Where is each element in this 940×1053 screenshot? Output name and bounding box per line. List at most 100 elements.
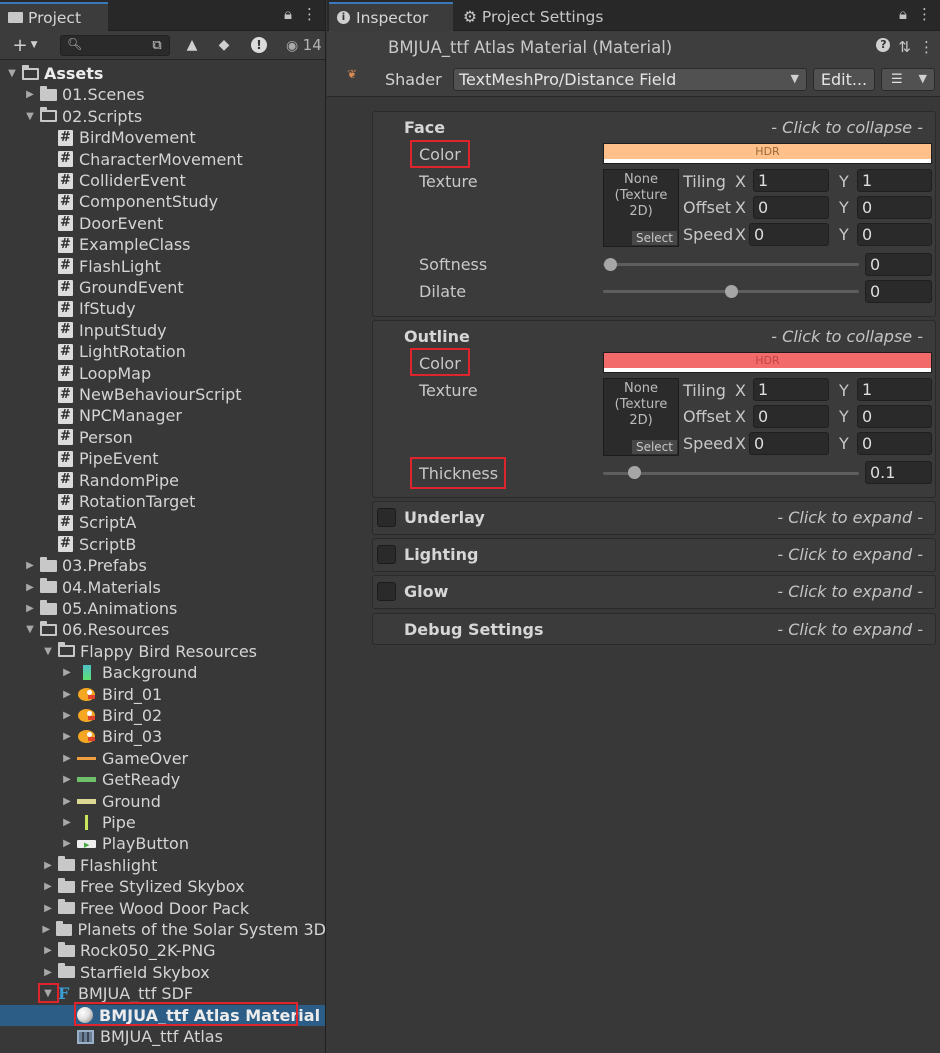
tree-item[interactable]: ▶ Starfield Skybox — [0, 962, 325, 983]
expand-arrow-right-icon[interactable]: ▶ — [61, 667, 73, 678]
tree-item[interactable]: # LightRotation — [0, 341, 325, 362]
face-speed-x-field[interactable]: 0 — [749, 223, 829, 246]
outline-collapse-hint[interactable]: - Click to collapse - — [771, 327, 923, 346]
expand-arrow-right-icon[interactable]: ▶ — [61, 796, 73, 807]
tree-item[interactable]: ▶ GetReady — [0, 769, 325, 790]
tree-item[interactable]: # LoopMap — [0, 363, 325, 384]
expand-arrow-right-icon[interactable]: ▶ — [24, 560, 36, 571]
tree-item[interactable]: ▶ 03.Prefabs — [0, 555, 325, 576]
tree-item[interactable]: # ColliderEvent — [0, 170, 325, 191]
tree-item[interactable]: # DoorEvent — [0, 213, 325, 234]
tree-item[interactable]: ▶ Free Stylized Skybox — [0, 876, 325, 897]
tree-item[interactable]: BMJUA_ttf Atlas — [0, 1026, 325, 1047]
tree-item[interactable]: # GroundEvent — [0, 277, 325, 298]
outline-thickness-field[interactable]: 0.1 — [865, 461, 932, 484]
tab-inspector[interactable]: i Inspector — [329, 2, 453, 31]
expand-arrow-right-icon[interactable]: ▶ — [42, 967, 54, 978]
tree-item[interactable]: # ComponentStudy — [0, 191, 325, 212]
lock-icon[interactable]: 🔒︎ — [899, 5, 907, 23]
face-color-swatch[interactable]: HDR — [603, 143, 932, 164]
tree-item[interactable]: # IfStudy — [0, 298, 325, 319]
lock-icon[interactable]: 🔒︎ — [284, 5, 292, 23]
glow-checkbox[interactable] — [377, 582, 396, 601]
expand-arrow-right-icon[interactable]: ▶ — [61, 710, 73, 721]
expand-arrow-right-icon[interactable]: ▶ — [41, 924, 53, 935]
tree-item[interactable]: # NPCManager — [0, 405, 325, 426]
underlay-section[interactable]: Underlay - Click to expand - — [372, 501, 936, 535]
tree-item[interactable]: ▶ Pipe — [0, 812, 325, 833]
tree-item[interactable]: ▶ 05.Animations — [0, 598, 325, 619]
outline-offset-y-field[interactable]: 0 — [857, 405, 932, 428]
expand-arrow-right-icon[interactable]: ▶ — [24, 89, 36, 100]
face-tiling-y-field[interactable]: 1 — [857, 169, 932, 192]
expand-arrow-right-icon[interactable]: ▶ — [24, 603, 36, 614]
tree-item[interactable]: # BirdMovement — [0, 127, 325, 148]
tree-item[interactable]: ▼ 02.Scripts — [0, 106, 325, 127]
expand-arrow-down-icon[interactable]: ▼ — [24, 624, 36, 635]
tree-item[interactable]: ▶ Rock050_2K-PNG — [0, 940, 325, 961]
filter-by-label-icon[interactable]: ◆ — [214, 34, 234, 56]
expand-arrow-right-icon[interactable]: ▶ — [61, 774, 73, 785]
kebab-menu-icon[interactable]: ⋮ — [917, 5, 932, 23]
tree-item[interactable]: ▶ Free Wood Door Pack — [0, 898, 325, 919]
tree-item[interactable]: # RotationTarget — [0, 491, 325, 512]
warning-icon[interactable]: ! — [248, 34, 270, 56]
face-dilate-field[interactable]: 0 — [865, 280, 932, 303]
tree-item[interactable]: # PipeEvent — [0, 448, 325, 469]
expand-arrow-right-icon[interactable]: ▶ — [42, 945, 54, 956]
visibility-toggle[interactable]: ◉ 14 — [286, 36, 322, 54]
lighting-checkbox[interactable] — [377, 545, 396, 564]
expand-arrow-right-icon[interactable]: ▶ — [61, 838, 73, 849]
tree-item[interactable]: ▶ Bird_01 — [0, 684, 325, 705]
expand-arrow-right-icon[interactable]: ▶ — [42, 860, 54, 871]
expand-arrow-right-icon[interactable]: ▶ — [61, 731, 73, 742]
expand-arrow-down-icon[interactable]: ▼ — [6, 68, 18, 79]
outline-thickness-slider[interactable] — [603, 472, 859, 475]
tab-project-settings[interactable]: ⚙ Project Settings — [455, 2, 615, 31]
outline-tiling-x-field[interactable]: 1 — [753, 378, 829, 401]
tree-item[interactable]: ▶ Bird_02 — [0, 705, 325, 726]
debug-settings-section[interactable]: Debug Settings - Click to expand - — [372, 613, 936, 645]
face-title[interactable]: Face — [404, 118, 445, 137]
tree-item[interactable]: ▼ Flappy Bird Resources — [0, 641, 325, 662]
expand-arrow-right-icon[interactable]: ▶ — [42, 903, 54, 914]
expand-arrow-right-icon[interactable]: ▶ — [61, 817, 73, 828]
expand-arrow-right-icon[interactable]: ▶ — [24, 582, 36, 593]
face-dilate-handle[interactable] — [725, 285, 738, 298]
outline-texture-field[interactable]: None (Texture 2D) Select — [603, 378, 679, 456]
shader-dropdown[interactable]: TextMeshPro/Distance Field ▼ — [453, 68, 807, 91]
tree-item[interactable]: ▶ ▶ PlayButton — [0, 833, 325, 854]
tree-item[interactable]: ▶ Ground — [0, 791, 325, 812]
outline-speed-x-field[interactable]: 0 — [749, 432, 829, 455]
expand-arrow-down-icon[interactable]: ▼ — [42, 646, 54, 657]
tree-item[interactable]: ▼ 06.Resources — [0, 619, 325, 640]
shader-options-dropdown[interactable]: ☰ ▼ — [881, 68, 935, 91]
outline-texture-select-button[interactable]: Select — [631, 440, 677, 454]
edit-shader-button[interactable]: Edit... — [813, 68, 875, 91]
face-collapse-hint[interactable]: - Click to collapse - — [771, 118, 923, 137]
tree-item[interactable]: # RandomPipe — [0, 470, 325, 491]
expand-arrow-down-icon[interactable]: ▼ — [24, 111, 36, 122]
outline-thickness-handle[interactable] — [628, 466, 641, 479]
tree-item[interactable]: ▶ Planets of the Solar System 3D — [0, 919, 325, 940]
search-filter-icon[interactable]: ⧉ — [146, 34, 168, 56]
face-speed-y-field[interactable]: 0 — [857, 223, 932, 246]
expand-arrow-right-icon[interactable]: ▶ — [42, 881, 54, 892]
tree-item[interactable]: # ScriptA — [0, 512, 325, 533]
face-softness-field[interactable]: 0 — [865, 253, 932, 276]
tree-item[interactable]: # NewBehaviourScript — [0, 384, 325, 405]
tree-item[interactable]: # ScriptB — [0, 534, 325, 555]
face-offset-x-field[interactable]: 0 — [753, 196, 829, 219]
outline-speed-y-field[interactable]: 0 — [857, 432, 932, 455]
tree-item[interactable]: ▶ Background — [0, 662, 325, 683]
kebab-menu-icon[interactable]: ⋮ — [919, 38, 934, 56]
outline-title[interactable]: Outline — [404, 327, 470, 346]
glow-section[interactable]: Glow - Click to expand - — [372, 575, 936, 609]
expand-arrow-right-icon[interactable]: ▶ — [61, 689, 73, 700]
tree-item[interactable]: # InputStudy — [0, 320, 325, 341]
tree-item[interactable]: # CharacterMovement — [0, 149, 325, 170]
lighting-section[interactable]: Lighting - Click to expand - — [372, 538, 936, 572]
tree-item[interactable]: # ExampleClass — [0, 234, 325, 255]
outline-color-swatch[interactable]: HDR — [603, 352, 932, 373]
tree-item[interactable]: ▶ Bird_03 — [0, 726, 325, 747]
